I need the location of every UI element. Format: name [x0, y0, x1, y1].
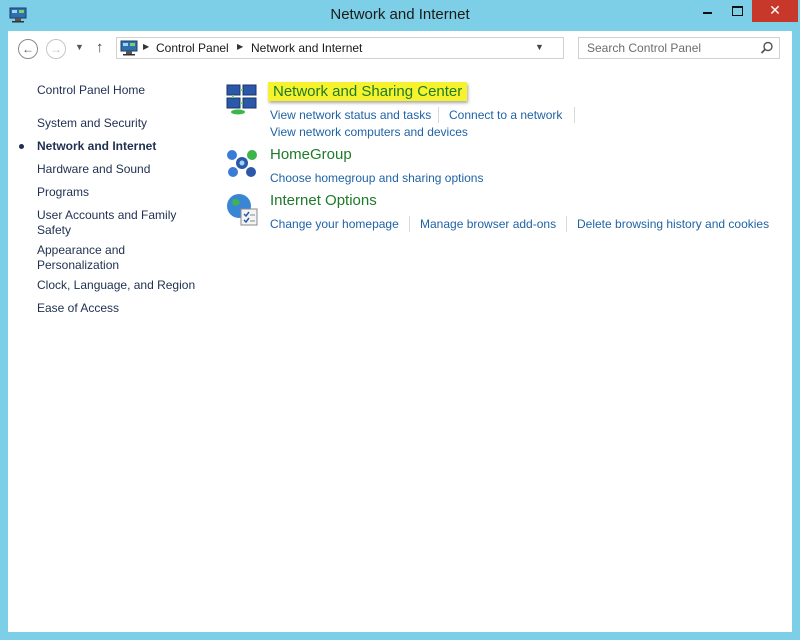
address-bar[interactable]: ▶ Control Panel ▶ Network and Internet ▼… [116, 37, 668, 59]
category-homegroup[interactable]: HomeGroup [270, 145, 352, 164]
address-toolbar: ← → ▼ ↑ ▶ Control Panel ▶ Network and In… [8, 31, 792, 69]
close-icon: ✕ [769, 3, 781, 19]
breadcrumb-control-panel[interactable]: Control Panel [156, 41, 229, 55]
window-title: Network and Internet [330, 6, 470, 23]
main-content: Network and Sharing Center View network … [218, 69, 792, 629]
breadcrumb-separator-icon[interactable]: ▶ [237, 42, 243, 51]
sidebar-item-control-panel-home[interactable]: Control Panel Home [37, 83, 207, 98]
category-network-and-sharing-center[interactable]: Network and Sharing Center [268, 82, 468, 101]
minimize-button[interactable] [692, 0, 722, 22]
breadcrumb-network-and-internet[interactable]: Network and Internet [251, 41, 362, 55]
search-icon[interactable] [760, 41, 774, 55]
sidebar-item-appearance[interactable]: Appearance and Personalization [37, 243, 137, 273]
link-divider [409, 216, 410, 232]
link-divider [566, 216, 567, 232]
control-panel-icon [120, 40, 138, 56]
link-homegroup-options[interactable]: Choose homegroup and sharing options [270, 171, 483, 186]
client-area: ← → ▼ ↑ ▶ Control Panel ▶ Network and In… [8, 31, 792, 632]
breadcrumb-separator-icon[interactable]: ▶ [143, 42, 149, 51]
sidebar-item-user-accounts[interactable]: User Accounts and Family Safety [37, 208, 187, 238]
minimize-icon [702, 12, 712, 14]
close-button[interactable]: ✕ [752, 0, 798, 22]
forward-arrow-icon: → [50, 42, 62, 56]
link-view-network-computers[interactable]: View network computers and devices [270, 125, 468, 140]
link-view-network-status[interactable]: View network status and tasks [270, 108, 431, 123]
sidebar-item-network-and-internet[interactable]: Network and Internet [37, 139, 207, 154]
link-change-homepage[interactable]: Change your homepage [270, 217, 399, 232]
maximize-button[interactable] [722, 0, 752, 22]
link-connect-to-network[interactable]: Connect to a network [449, 108, 562, 123]
homegroup-icon[interactable] [224, 145, 260, 181]
category-internet-options[interactable]: Internet Options [270, 191, 377, 210]
title-bar[interactable]: Network and Internet ✕ [0, 0, 800, 32]
address-dropdown-icon[interactable]: ▼ [535, 42, 544, 52]
internet-options-icon[interactable] [224, 191, 260, 227]
sidebar-item-ease-of-access[interactable]: Ease of Access [37, 301, 207, 316]
left-navigation: Control Panel Home System and Security N… [8, 69, 208, 629]
search-input[interactable] [579, 38, 773, 58]
maximize-icon [731, 6, 743, 16]
link-divider [574, 107, 575, 123]
sidebar-item-clock-language-region[interactable]: Clock, Language, and Region [37, 278, 207, 293]
recent-locations-dropdown-icon[interactable]: ▼ [75, 42, 84, 52]
control-panel-window: Network and Internet ✕ ← → ▼ ↑ ▶ Control… [0, 0, 800, 640]
sidebar-item-programs[interactable]: Programs [37, 185, 207, 200]
current-item-bullet-icon [19, 144, 24, 149]
link-manage-browser-addons[interactable]: Manage browser add-ons [420, 217, 556, 232]
forward-button[interactable]: → [46, 39, 66, 59]
link-divider [438, 107, 439, 123]
sidebar-item-hardware-and-sound[interactable]: Hardware and Sound [37, 162, 207, 177]
network-sharing-icon[interactable] [224, 81, 260, 117]
search-box[interactable] [578, 37, 780, 59]
back-button[interactable]: ← [18, 39, 38, 59]
link-delete-browsing-history[interactable]: Delete browsing history and cookies [577, 217, 769, 232]
up-arrow-icon[interactable]: ↑ [96, 39, 104, 56]
back-arrow-icon: ← [22, 42, 34, 56]
sidebar-item-system-and-security[interactable]: System and Security [37, 116, 207, 131]
